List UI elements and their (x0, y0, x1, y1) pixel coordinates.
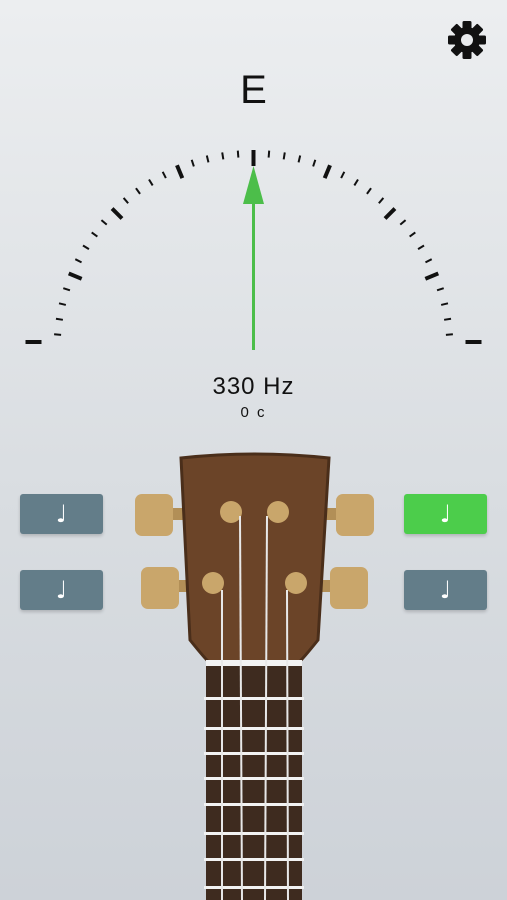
tuner-post (267, 501, 289, 523)
fret (204, 752, 304, 755)
tuner-post (202, 572, 224, 594)
tuner-post (285, 572, 307, 594)
tuning-peg (336, 494, 374, 536)
fret (204, 727, 304, 730)
string-3-button[interactable]: ♩ (404, 494, 487, 534)
string-2-button[interactable]: ♩ (20, 570, 103, 610)
fret (204, 832, 304, 835)
ukulele-headstock (135, 452, 374, 900)
tuning-peg (135, 494, 173, 536)
fret (204, 803, 304, 806)
fret (204, 777, 304, 780)
music-note-icon: ♩ (439, 576, 452, 604)
fret (204, 858, 304, 861)
music-note-icon: ♩ (439, 500, 452, 528)
fret (204, 886, 304, 889)
tuning-peg (141, 567, 179, 609)
tuner-post (220, 501, 242, 523)
string-4-button[interactable]: ♩ (404, 570, 487, 610)
tuner-screen: E 330 Hz 0 c ♩ ♩ ♩ ♩ (0, 0, 507, 900)
fret (204, 697, 304, 700)
tuning-peg (330, 567, 368, 609)
string-1-button[interactable]: ♩ (20, 494, 103, 534)
music-note-icon: ♩ (55, 576, 68, 604)
music-note-icon: ♩ (55, 500, 68, 528)
